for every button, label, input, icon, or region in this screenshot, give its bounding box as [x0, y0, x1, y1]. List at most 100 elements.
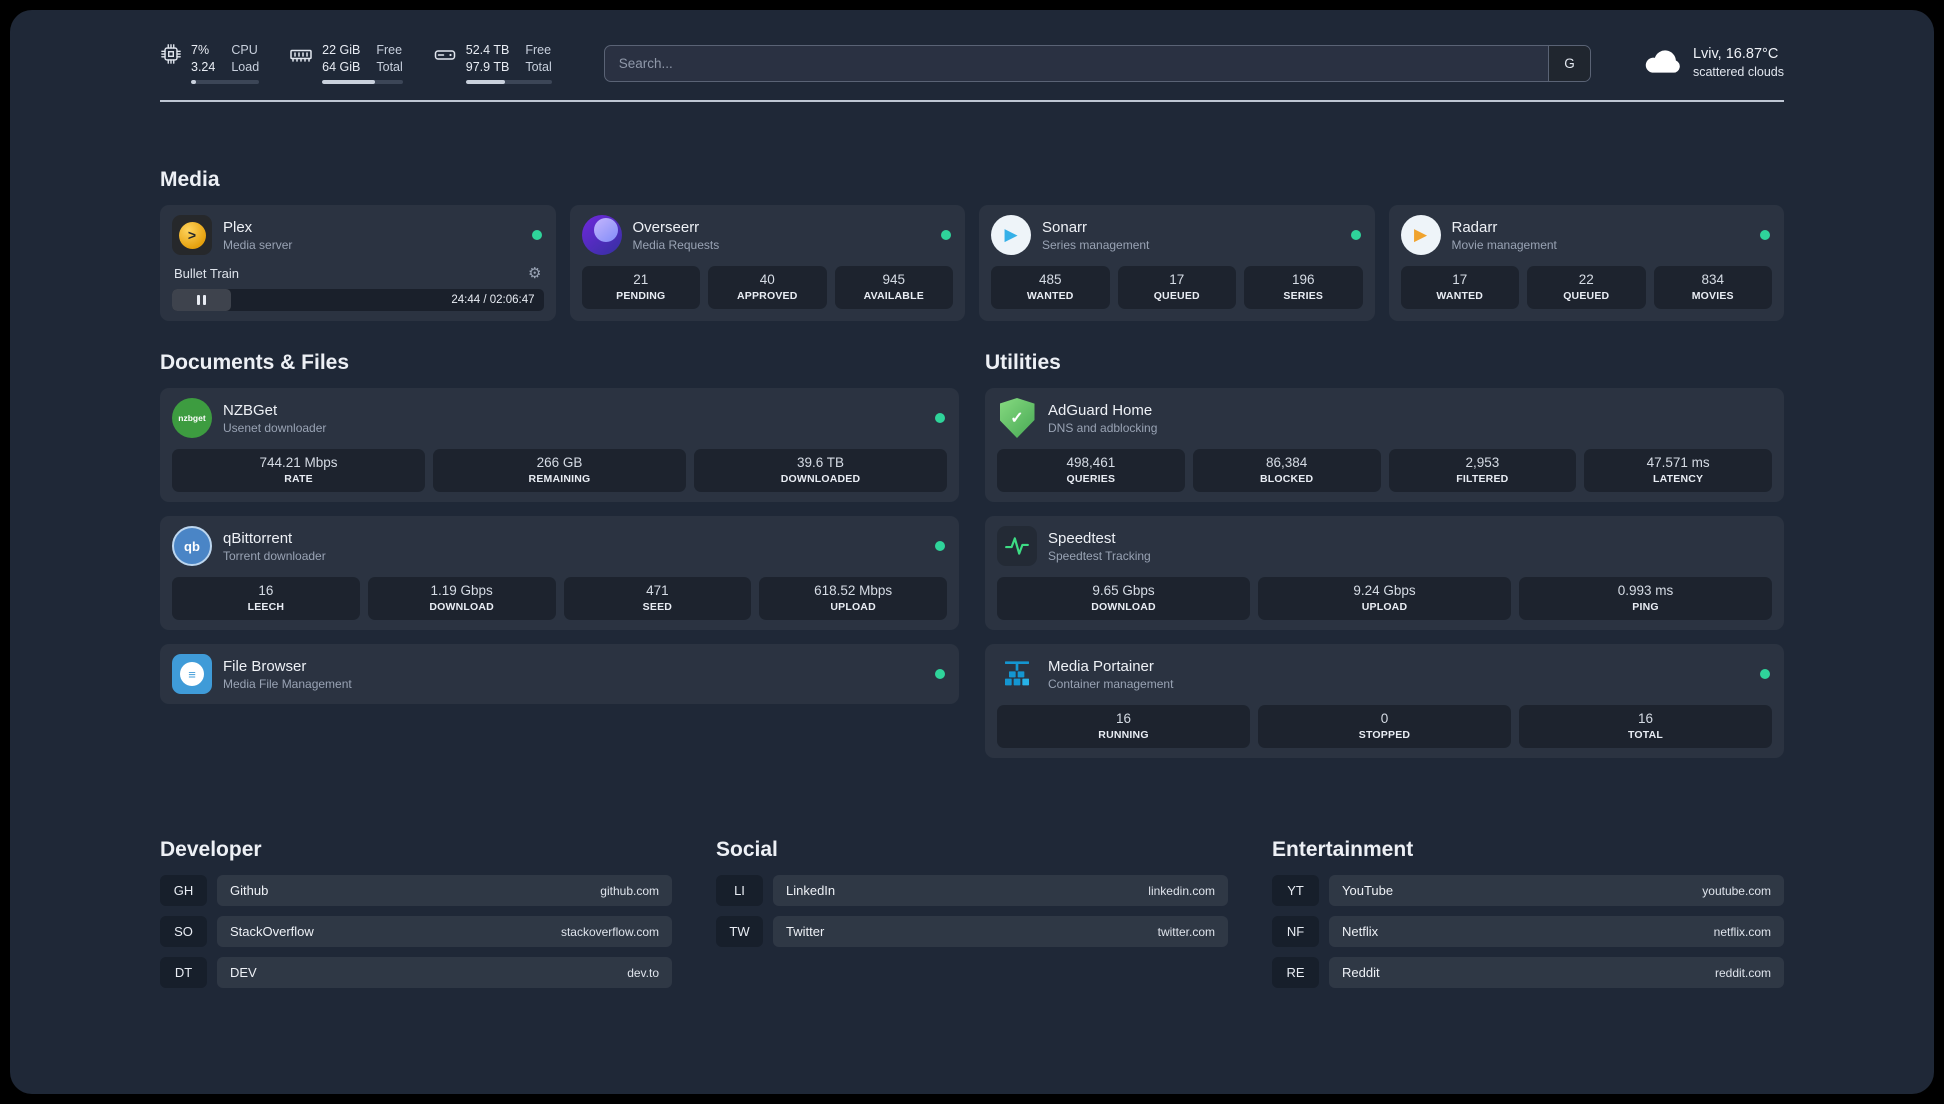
- section-media: Media > Plex Media server Bullet Train ⚙…: [160, 168, 1784, 321]
- bookmark-name: Reddit: [1342, 965, 1380, 980]
- service-description: Movie management: [1451, 237, 1557, 252]
- service-name: Radarr: [1451, 218, 1498, 236]
- portainer-icon: [997, 654, 1037, 694]
- status-dot: [531, 230, 542, 240]
- service-description: Container management: [1048, 676, 1174, 691]
- bookmark-linkedin[interactable]: LI LinkedIn linkedin.com: [716, 875, 1228, 906]
- stat-rate: 744.21 Mbps RATE: [172, 449, 425, 492]
- pause-icon[interactable]: [197, 295, 206, 305]
- status-dot: [1350, 230, 1361, 240]
- service-card-plex[interactable]: > Plex Media server Bullet Train ⚙ 24:44…: [160, 205, 556, 321]
- service-card-speedtest[interactable]: Speedtest Speedtest Tracking 9.65 Gbps D…: [985, 516, 1784, 630]
- qbittorrent-icon: qb: [172, 526, 212, 566]
- cpu-usage-bar: [191, 79, 260, 84]
- gear-icon[interactable]: ⚙: [528, 264, 541, 282]
- bookmark-abbr: DT: [160, 957, 207, 988]
- section-title-documents: Documents & Files: [160, 351, 350, 374]
- stat-available: 945 AVAILABLE: [834, 266, 953, 309]
- cpu-usage-value: 7%: [191, 43, 210, 57]
- service-card-overseerr[interactable]: Overseerr Media Requests 21 PENDING 40 A…: [569, 205, 965, 321]
- bookmark-url: github.com: [600, 883, 659, 898]
- bookmark-stackoverflow[interactable]: SO StackOverflow stackoverflow.com: [160, 916, 672, 947]
- bookmark-github[interactable]: GH Github github.com: [160, 875, 672, 906]
- filebrowser-icon: ≡: [172, 654, 212, 694]
- service-description: Usenet downloader: [223, 420, 327, 435]
- service-name: Media Portainer: [1048, 657, 1154, 675]
- service-card-radarr[interactable]: ▶ Radarr Movie management 17 WANTED 22 Q…: [1388, 205, 1784, 321]
- memory-widget: 22 GiB Free 64 GiB Total: [289, 42, 403, 84]
- service-card-adguard[interactable]: ✓ AdGuard Home DNS and adblocking 498,46…: [985, 388, 1784, 502]
- disk-free-value: 52.4 TB: [465, 43, 510, 57]
- service-name: Speedtest: [1048, 529, 1116, 547]
- bookmark-url: twitter.com: [1157, 924, 1215, 939]
- stat-latency: 47.571 ms LATENCY: [1584, 449, 1772, 492]
- bookmark-youtube[interactable]: YT YouTube youtube.com: [1272, 875, 1784, 906]
- search-input[interactable]: [604, 45, 1548, 81]
- cpu-icon: [160, 43, 182, 70]
- bookmark-url: youtube.com: [1702, 883, 1771, 898]
- bookmark-abbr: RE: [1272, 957, 1319, 988]
- cpu-widget: 7% CPU 3.24 Load: [160, 42, 260, 84]
- bookmark-name: DEV: [230, 965, 257, 980]
- cpu-load-label: Load: [231, 60, 260, 75]
- service-card-qbittorrent[interactable]: qb qBittorrent Torrent downloader 16 LEE…: [160, 516, 959, 630]
- search-provider-button[interactable]: G: [1547, 45, 1590, 81]
- bookmark-url: reddit.com: [1714, 965, 1771, 980]
- stat-ping: 0.993 ms PING: [1519, 577, 1772, 620]
- service-card-nzbget[interactable]: nzbget NZBGet Usenet downloader 744.21 M…: [160, 388, 959, 502]
- bookmark-netflix[interactable]: NF Netflix netflix.com: [1272, 916, 1784, 947]
- section-title-utilities: Utilities: [985, 351, 1061, 374]
- stat-leech: 16 LEECH: [172, 577, 360, 620]
- bookmark-name: Twitter: [786, 924, 825, 939]
- service-name: NZBGet: [223, 401, 278, 419]
- cloud-icon: [1643, 47, 1683, 80]
- memory-total-label: Total: [376, 60, 403, 75]
- speedtest-icon: [997, 526, 1037, 566]
- plex-now-playing: Bullet Train ⚙ 24:44 / 02:06:47: [172, 264, 544, 311]
- disk-total-value: 97.9 TB: [465, 60, 510, 75]
- disk-total-label: Total: [525, 60, 552, 75]
- bookmark-url: netflix.com: [1713, 924, 1771, 939]
- service-description: DNS and adblocking: [1048, 420, 1158, 435]
- bookmark-abbr: SO: [160, 916, 207, 947]
- stat-queued: 22 QUEUED: [1527, 266, 1646, 309]
- service-card-portainer[interactable]: Media Portainer Container management 16 …: [985, 644, 1784, 758]
- memory-free-label: Free: [376, 43, 403, 57]
- service-card-filebrowser[interactable]: ≡ File Browser Media File Management: [160, 644, 959, 704]
- cpu-load-value: 3.24: [191, 60, 216, 75]
- bookmark-abbr: LI: [716, 875, 763, 906]
- bookmark-reddit[interactable]: RE Reddit reddit.com: [1272, 957, 1784, 988]
- bookmark-url: dev.to: [627, 965, 659, 980]
- dashboard: 7% CPU 3.24 Load 22 GiB Free 64 GiB Tota…: [10, 10, 1934, 1094]
- bookmark-url: stackoverflow.com: [560, 924, 659, 939]
- status-dot: [941, 230, 951, 240]
- service-description: Media File Management: [223, 676, 352, 691]
- status-dot: [1760, 669, 1770, 679]
- bookmark-name: Netflix: [1342, 924, 1379, 939]
- stat-approved: 40 APPROVED: [708, 266, 827, 309]
- bookmark-name: LinkedIn: [786, 883, 836, 898]
- bookmark-group-social: Social LI LinkedIn linkedin.com TW Twitt…: [716, 838, 1228, 988]
- bookmark-group-entertainment: Entertainment YT YouTube youtube.com NF …: [1272, 838, 1784, 988]
- service-description: Torrent downloader: [223, 548, 326, 563]
- bookmark-dev[interactable]: DT DEV dev.to: [160, 957, 672, 988]
- bookmark-url: linkedin.com: [1148, 883, 1215, 898]
- disk-usage-bar: [465, 79, 552, 84]
- weather-widget: Lviv, 16.87°C scattered clouds: [1643, 45, 1784, 81]
- stat-wanted: 485 WANTED: [991, 266, 1110, 309]
- stat-upload: 618.52 Mbps UPLOAD: [759, 577, 947, 620]
- section-title-media: Media: [160, 168, 220, 191]
- bookmark-group-developer: Developer GH Github github.com SO StackO…: [160, 838, 672, 988]
- stat-queries: 498,461 QUERIES: [997, 449, 1185, 492]
- stat-filtered: 2,953 FILTERED: [1388, 449, 1577, 492]
- service-name: Overseerr: [632, 218, 700, 236]
- stat-seed: 471 SEED: [563, 577, 752, 620]
- stat-wanted: 17 WANTED: [1400, 266, 1519, 309]
- service-name: File Browser: [223, 657, 307, 675]
- player-progress-bar[interactable]: 24:44 / 02:06:47: [172, 289, 544, 311]
- stat-upload: 9.24 Gbps UPLOAD: [1258, 577, 1511, 620]
- section-title-social: Social: [716, 838, 778, 861]
- bookmark-twitter[interactable]: TW Twitter twitter.com: [716, 916, 1228, 947]
- now-playing-title: Bullet Train: [174, 265, 240, 281]
- service-card-sonarr[interactable]: ▶ Sonarr Series management 485 WANTED 17…: [979, 205, 1375, 321]
